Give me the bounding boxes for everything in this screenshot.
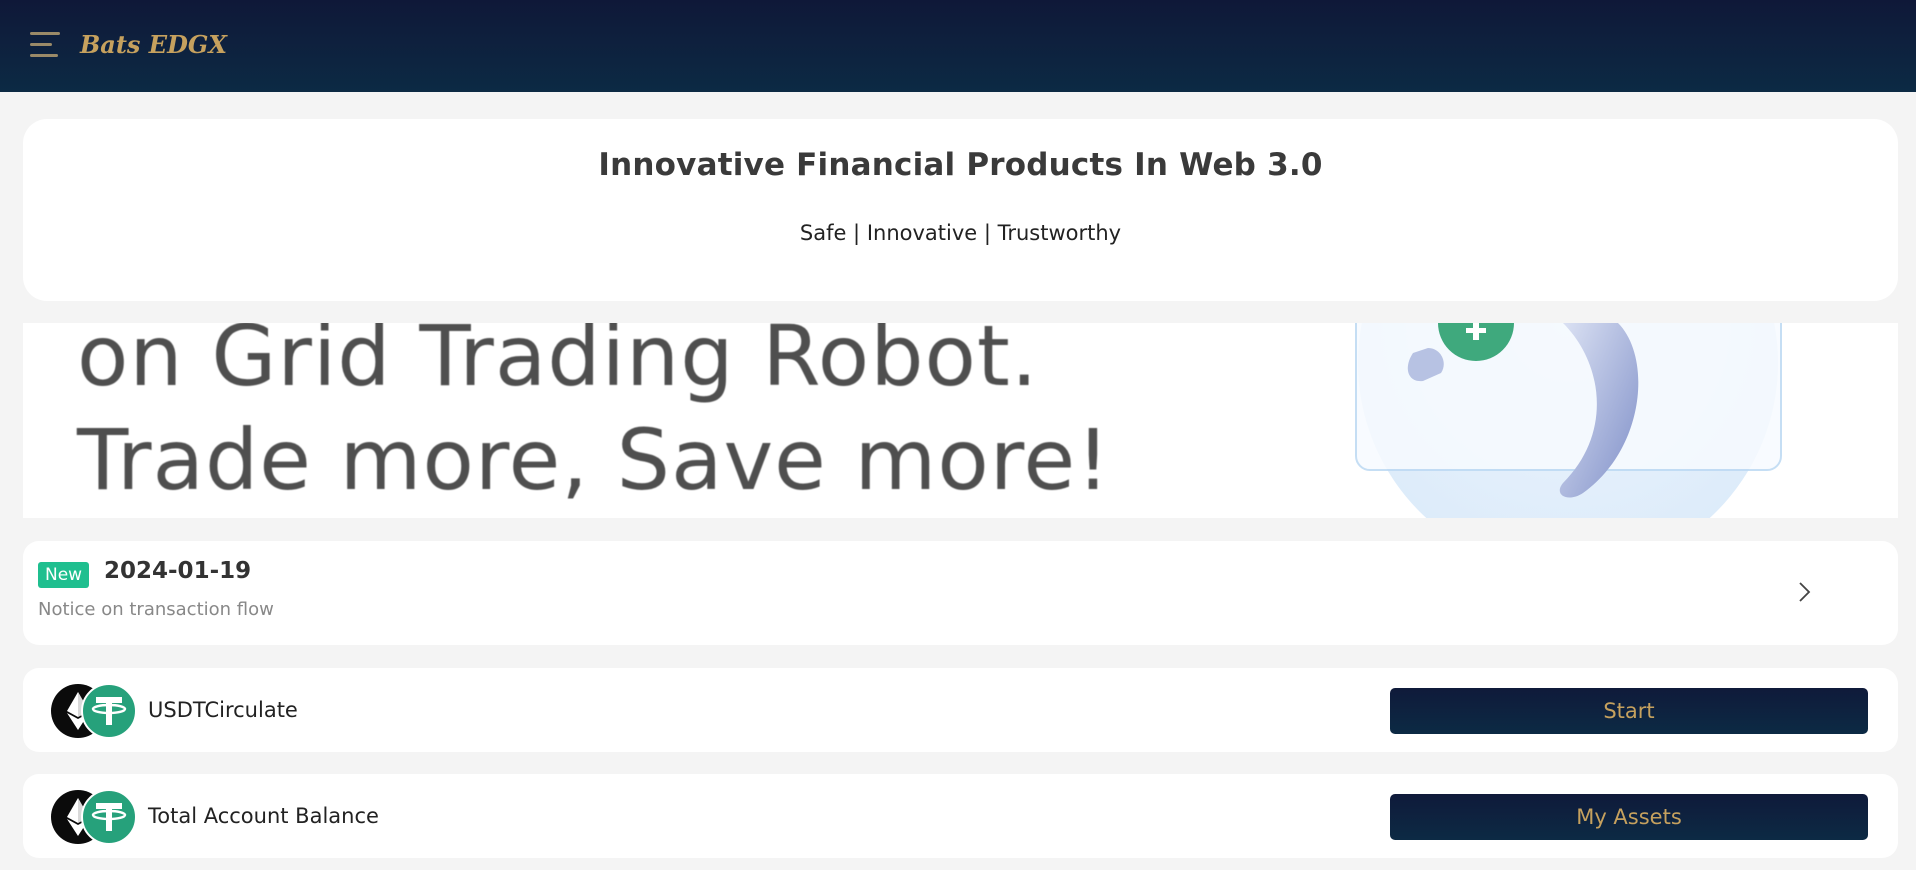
- hero-title: Innovative Financial Products In Web 3.0: [598, 147, 1323, 183]
- usdt-circulate-row: USDTCirculate Start: [23, 668, 1898, 752]
- row-label: Total Account Balance: [148, 804, 379, 828]
- total-balance-row: Total Account Balance My Assets: [23, 774, 1898, 858]
- robot-illustration-icon: [1355, 323, 1782, 518]
- top-navigation-bar: Bats EDGX: [0, 0, 1916, 92]
- tether-icon: [81, 683, 137, 739]
- notice-date: 2024-01-19: [104, 558, 252, 584]
- tether-icon: [81, 789, 137, 845]
- start-button[interactable]: Start: [1390, 688, 1868, 734]
- coin-pair-icon: [51, 683, 137, 739]
- chevron-right-icon[interactable]: [1793, 581, 1815, 603]
- hero-subtitle: Safe | Innovative | Trustworthy: [799, 221, 1122, 245]
- notice-card[interactable]: New 2024-01-19 Notice on transaction flo…: [23, 541, 1898, 645]
- menu-line: [30, 43, 52, 46]
- row-label: USDTCirculate: [148, 698, 298, 722]
- brand-logo-text[interactable]: Bats EDGX: [80, 30, 227, 59]
- my-assets-button[interactable]: My Assets: [1390, 794, 1868, 840]
- promo-banner[interactable]: on Grid Trading Robot. Trade more, Save …: [23, 323, 1898, 518]
- new-badge: New: [38, 562, 90, 588]
- menu-line: [30, 54, 58, 57]
- hero-card: Innovative Financial Products In Web 3.0…: [23, 119, 1898, 301]
- menu-line: [30, 32, 60, 35]
- hamburger-menu-icon[interactable]: [30, 30, 64, 60]
- banner-line-2: Trade more, Save more!: [77, 411, 1111, 509]
- banner-line-1: on Grid Trading Robot.: [77, 323, 1039, 405]
- notice-text: Notice on transaction flow: [38, 599, 274, 620]
- coin-pair-icon: [51, 789, 137, 845]
